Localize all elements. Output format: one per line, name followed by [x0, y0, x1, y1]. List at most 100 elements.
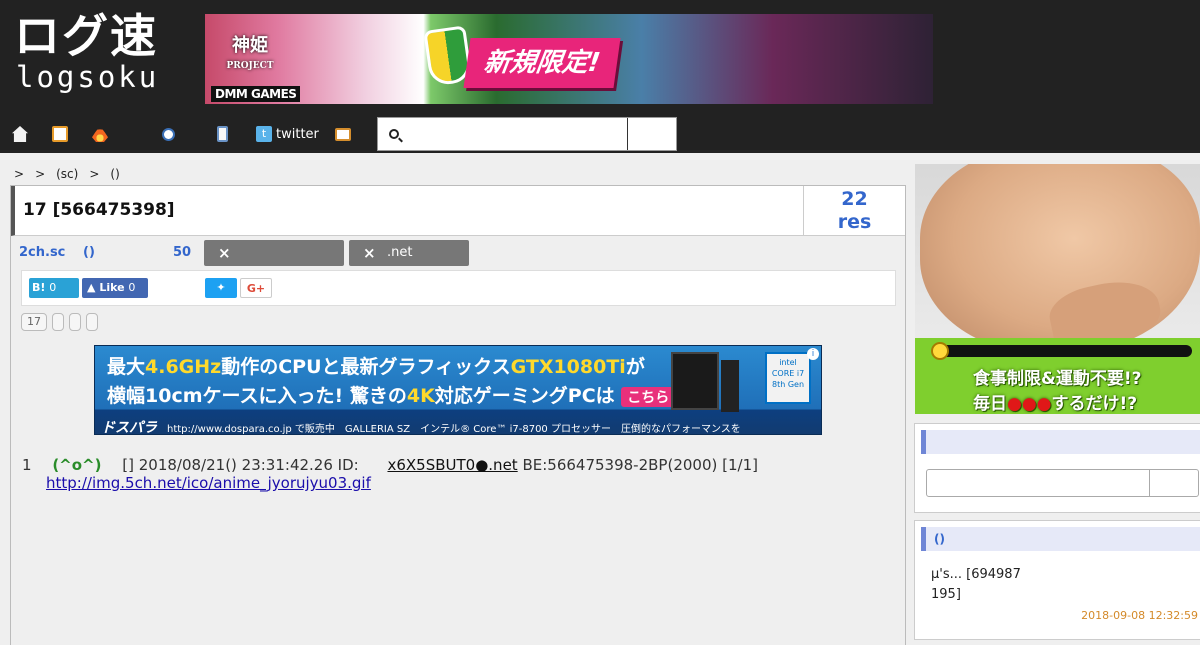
board-link[interactable]: 2ch.sc	[19, 245, 65, 260]
tag-remove-icon[interactable]: ×	[218, 240, 231, 266]
ad-highlight: 4.6GHz	[145, 356, 222, 378]
category-link[interactable]: ()	[83, 245, 95, 260]
thread-count: 50	[173, 245, 192, 260]
filter-button[interactable]	[86, 313, 98, 331]
logo-text-jp: ログ速	[14, 9, 158, 63]
twitter-icon: t	[256, 126, 272, 142]
sidebar-list-item[interactable]: µ's... [694987 195]	[931, 565, 1051, 605]
post-id[interactable]: x6X5SBUT0●.net	[387, 456, 517, 474]
nav-twitter-label: twitter	[276, 126, 319, 142]
ad-info-icon[interactable]: i	[807, 348, 819, 360]
ad-censored-text: ●●●	[1007, 394, 1052, 414]
ad-text: するだけ!?	[1051, 394, 1138, 414]
pc-ad-banner[interactable]: 最大4.6GHz動作のCPUと最新グラフィックスGTX1080Tiが 横幅10c…	[94, 345, 822, 435]
intel-badge: intel CORE i7 8th Gen	[765, 352, 811, 404]
thread-title[interactable]: 17 [566475398]	[23, 200, 175, 220]
ad-text: 毎日	[973, 394, 1007, 414]
thread-title-bar: 17 [566475398] 22 res	[11, 186, 905, 236]
tag-pill[interactable]: ×	[204, 240, 344, 266]
breadcrumb-board[interactable]: (sc)	[56, 167, 78, 181]
post-number[interactable]: 1	[22, 456, 32, 474]
post-image-link[interactable]: http://img.5ch.net/ico/anime_jyorujyu03.…	[46, 474, 371, 492]
post-filter-buttons: 17	[21, 313, 98, 331]
monitor-image	[671, 352, 719, 410]
res-label: res	[837, 211, 872, 233]
banner-promo-text: 新規限定!	[463, 38, 621, 88]
post-info: [] 2018/08/21() 23:31:42.26 ID:	[122, 456, 359, 474]
home-icon	[12, 126, 28, 142]
tag-label: .net	[387, 245, 413, 260]
thread-panel: 17 [566475398] 22 res 2ch.sc () 50 × × .…	[10, 185, 906, 645]
search-icon	[162, 127, 175, 141]
facebook-like-button[interactable]: ▲ Like 0	[82, 278, 148, 298]
res-count: 22	[841, 188, 868, 210]
banner-game-logo: 神姫 PROJECT	[221, 36, 279, 86]
nav-tv[interactable]	[52, 118, 68, 150]
filter-button[interactable]	[52, 313, 64, 331]
ad-text: が	[625, 356, 645, 378]
ad-line-2: 横幅10cmケースに入った! 驚きの4K対応ゲーミングPCは こちら	[107, 381, 676, 408]
site-logo[interactable]: ログ速 logsoku	[14, 10, 189, 102]
banner-maker: DMM GAMES	[211, 86, 301, 102]
banner-game-subtitle: PROJECT	[226, 61, 274, 71]
search-button[interactable]	[628, 118, 676, 150]
hatena-label: B!	[32, 281, 46, 294]
ad-headline: 食事制限&運動不要!?	[973, 369, 1142, 389]
ad-brand: ドスパラ	[101, 420, 157, 435]
ad-footer-text: http://www.dospara.co.jp で販売中 GALLERIA S…	[167, 424, 741, 435]
breadcrumb-sep: >	[89, 167, 100, 181]
breadcrumb-thread[interactable]: ()	[110, 167, 119, 181]
like-count: 0	[128, 281, 136, 294]
post-body: http://img.5ch.net/ico/anime_jyorujyu03.…	[46, 474, 892, 492]
thread-meta: 2ch.sc () 50 × × .net	[18, 240, 898, 268]
hatena-bookmark-button[interactable]: B! 0	[29, 278, 79, 298]
ad-progress-bar	[937, 345, 1192, 357]
google-plus-button[interactable]: G+	[240, 278, 272, 298]
res-count-box: 22 res	[803, 186, 905, 236]
ad-text: 動作のCPUと最新グラフィックス	[221, 356, 511, 378]
breadcrumb: > > (sc) > ()	[14, 167, 131, 181]
breadcrumb-sep: >	[35, 167, 46, 181]
tag-remove-icon[interactable]: ×	[363, 240, 376, 266]
nav-hot[interactable]	[92, 118, 108, 150]
ad-text: 最大	[107, 356, 146, 378]
sidebar-list-item-time: 2018-09-08 12:32:59	[1081, 609, 1198, 622]
post-name: (^o^)	[52, 456, 102, 474]
ad-subline: 毎日●●●するだけ!?	[973, 389, 1173, 414]
sidebar-search-box	[914, 423, 1200, 513]
site-header: ログ速 logsoku 神姫 PROJECT 新規限定! DMM GAMES t…	[0, 0, 1200, 153]
post-be: BE:566475398-2BP(2000) [1/1]	[522, 456, 758, 474]
nav-mail[interactable]	[335, 118, 351, 150]
nav-home[interactable]	[12, 118, 28, 150]
ad-progress-knob	[931, 342, 949, 360]
ad-cta-button[interactable]: こちら	[621, 387, 676, 407]
search-icon	[389, 129, 399, 139]
fire-icon	[92, 126, 108, 142]
tag-pill[interactable]: × .net	[349, 240, 469, 266]
top-ad-banner[interactable]: 神姫 PROJECT 新規限定! DMM GAMES	[205, 14, 933, 104]
mail-icon	[335, 127, 351, 141]
ad-highlight: 4K	[406, 385, 435, 407]
pc-tower-image	[721, 360, 739, 412]
filter-button[interactable]	[69, 313, 81, 331]
nav-docs[interactable]	[217, 118, 228, 150]
search-input[interactable]	[378, 118, 628, 150]
document-icon	[217, 126, 228, 142]
ad-text: 横幅10cmケースに入った! 驚きの	[107, 385, 407, 407]
sidebar-search-input[interactable]	[926, 469, 1151, 497]
ad-text: 対応ゲーミングPCは	[434, 385, 615, 407]
nav-search[interactable]	[162, 118, 175, 150]
share-bar: B! 0 ▲ Like 0 ✦ G+	[21, 270, 896, 306]
sidebar-search-button[interactable]	[1149, 469, 1199, 497]
ad-line-3: ドスパラ http://www.dospara.co.jp で販売中 GALLER…	[101, 417, 741, 435]
filter-button[interactable]: 17	[21, 313, 47, 331]
tweet-button[interactable]: ✦	[205, 278, 237, 298]
side-ad-banner[interactable]: 食事制限&運動不要!? 毎日●●●するだけ!?	[915, 164, 1200, 414]
like-label: Like	[99, 281, 125, 294]
ad-highlight: GTX1080Ti	[510, 356, 626, 378]
sidebar-thread-list: () µ's... [694987 195] 2018-09-08 12:32:…	[914, 520, 1200, 640]
logo-text-en: logsoku	[16, 60, 160, 94]
nav-twitter[interactable]: t twitter	[256, 118, 319, 150]
post-header: 1 (^o^) [] 2018/08/21() 23:31:42.26 ID: …	[22, 456, 892, 474]
post-1: 1 (^o^) [] 2018/08/21() 23:31:42.26 ID: …	[22, 456, 892, 492]
